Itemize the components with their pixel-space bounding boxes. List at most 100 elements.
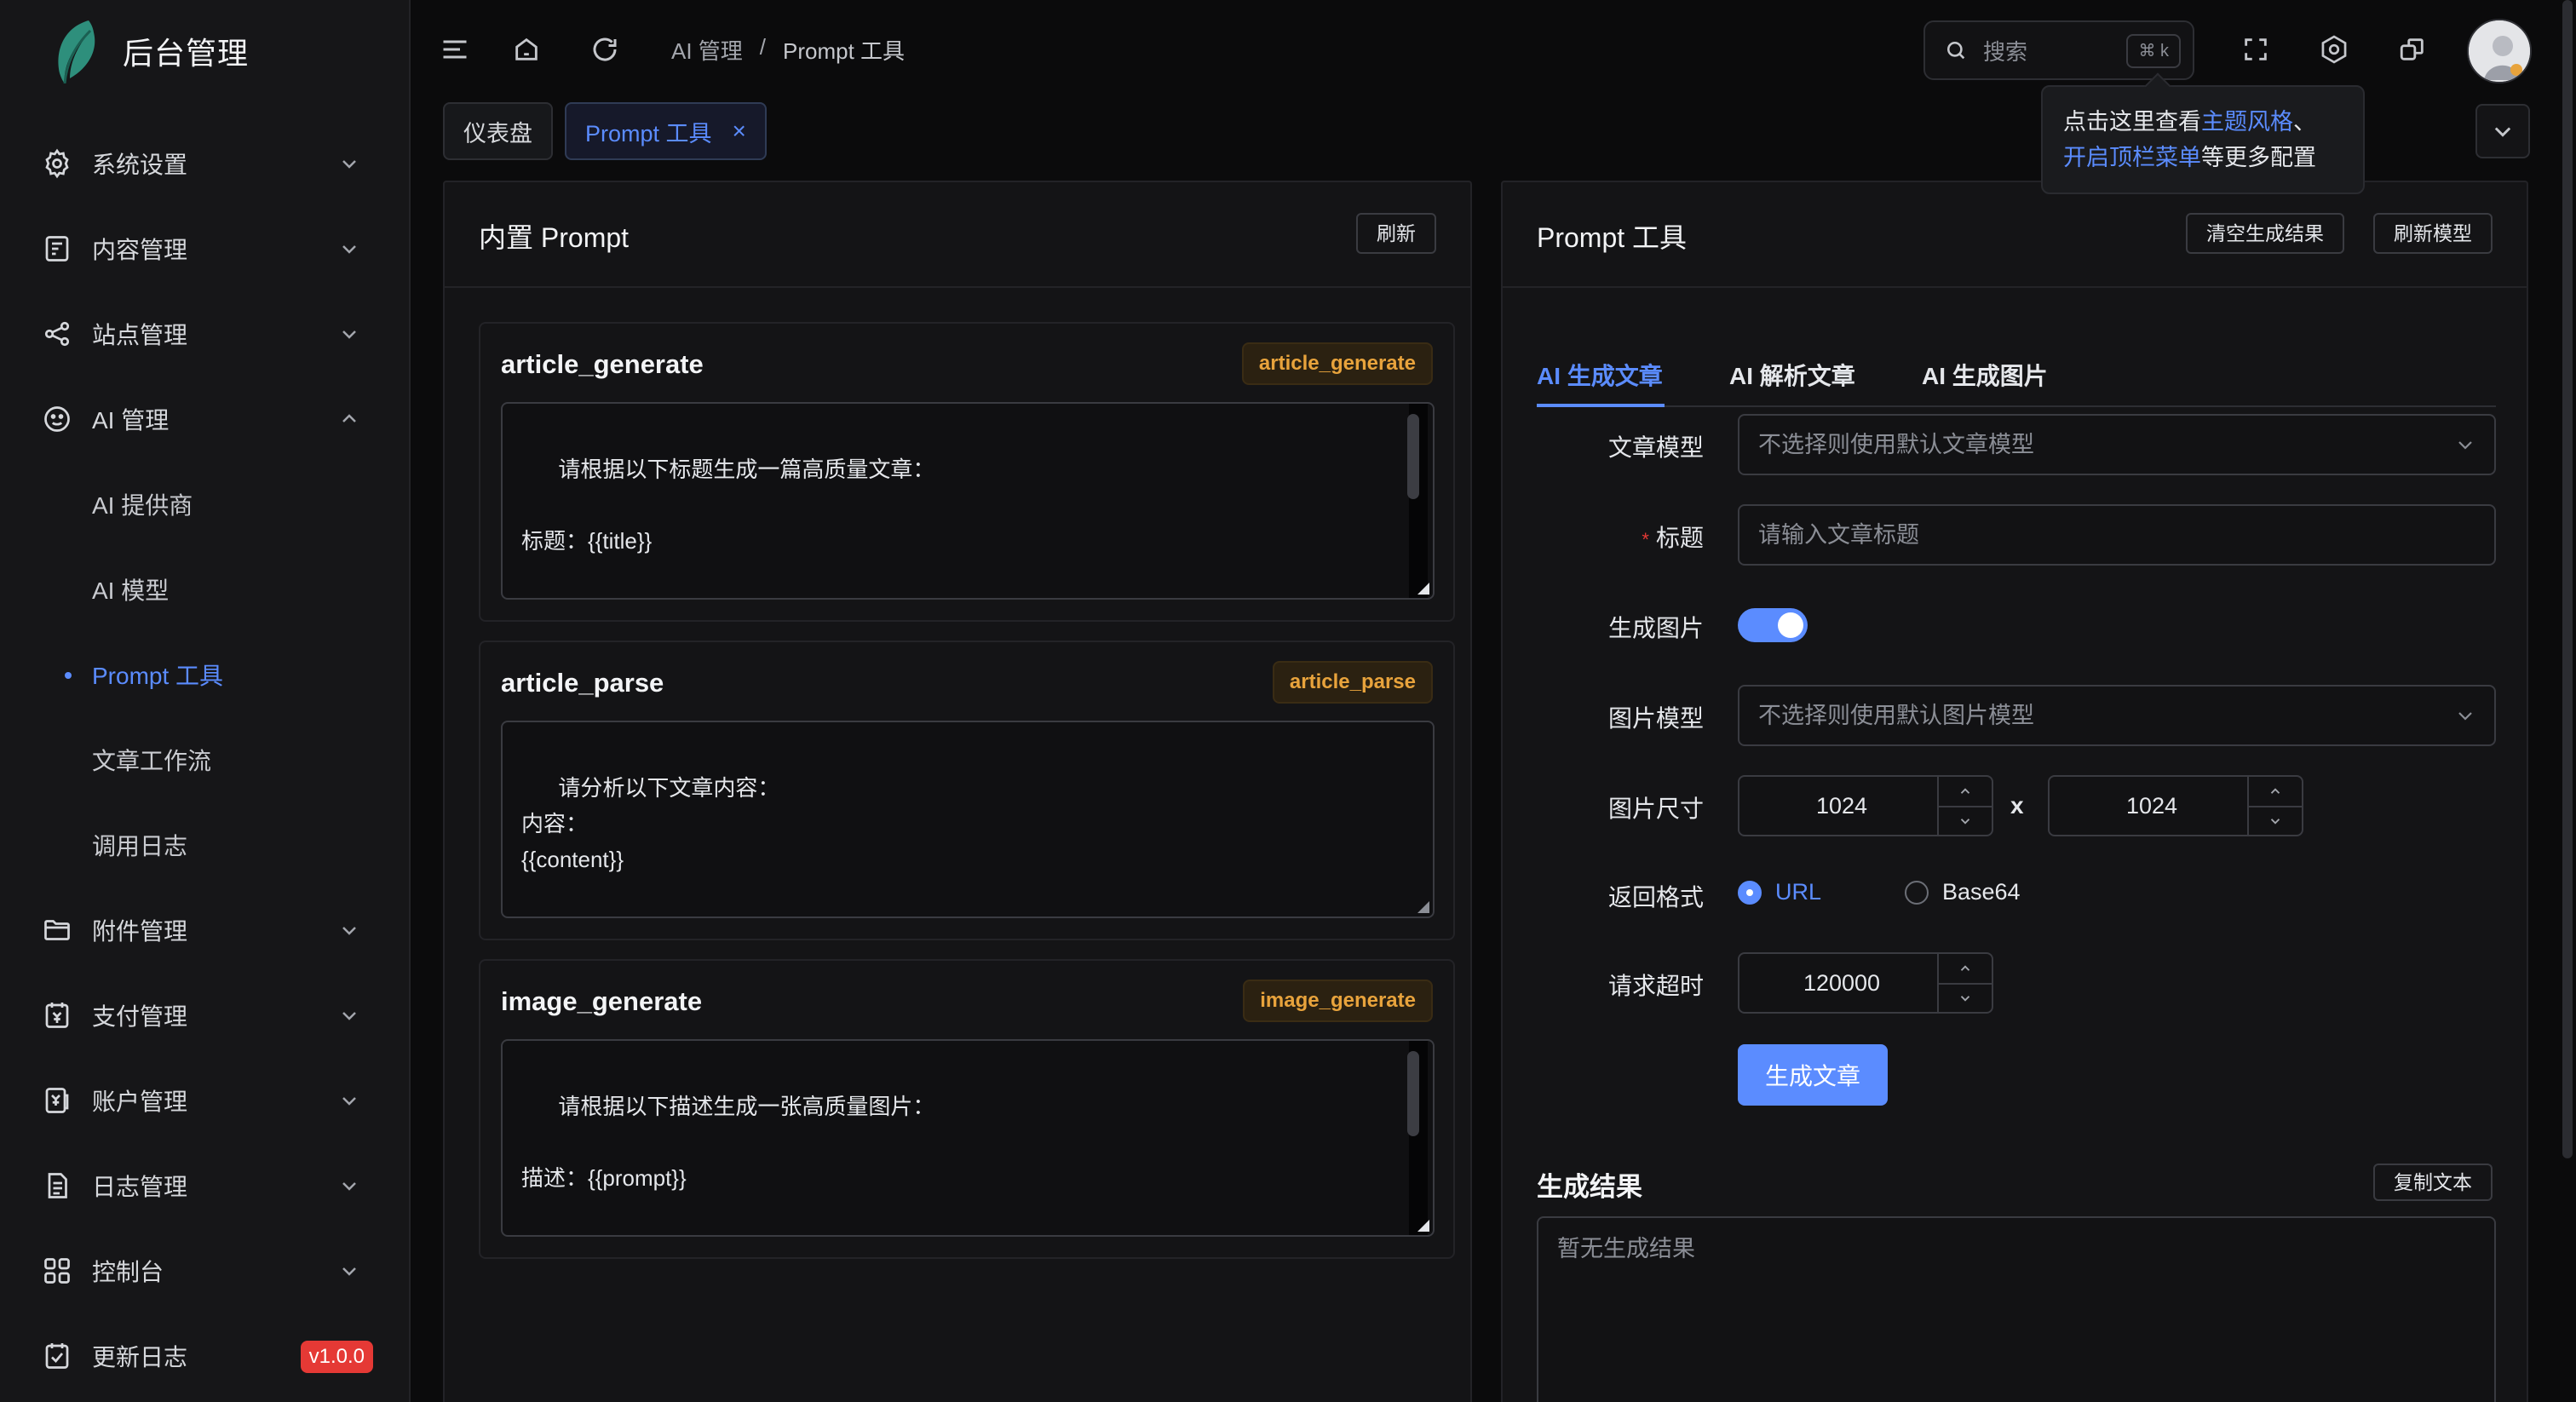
search-input[interactable]: 搜索 ⌘ k — [1923, 20, 2194, 80]
chevron-down-icon — [2494, 127, 2511, 137]
decrement-icon[interactable] — [2249, 806, 2302, 835]
radio-base64[interactable]: Base64 — [1905, 879, 2021, 905]
sidebar-item-content-management[interactable]: 内容管理 — [0, 206, 409, 291]
sidebar-item-label: 更新日志 — [92, 1344, 188, 1370]
form-row-article-model: 文章模型 不选择则使用默认文章模型 — [1537, 414, 2496, 475]
home-icon[interactable] — [509, 32, 543, 66]
result-textarea[interactable]: 暂无生成结果 — [1537, 1216, 2496, 1402]
radio-url[interactable]: URL — [1738, 879, 1821, 905]
decrement-icon[interactable] — [1939, 983, 1992, 1012]
refresh-button[interactable]: 刷新 — [1356, 213, 1436, 254]
timeout-stepper[interactable]: 120000 — [1738, 952, 1993, 1014]
gen-image-label: 生成图片 — [1607, 615, 1704, 641]
stepper-buttons — [1937, 954, 1992, 1012]
tab-ai-generate-article[interactable]: AI 生成文章 — [1537, 358, 1663, 392]
form-row-image-model: 图片模型 不选择则使用默认图片模型 — [1537, 685, 2496, 746]
title-input[interactable]: 请输入文章标题 — [1738, 504, 2496, 566]
grid-icon — [41, 1255, 73, 1287]
breadcrumb: AI 管理 / Prompt 工具 — [671, 34, 905, 66]
tab-dashboard[interactable]: 仪表盘 — [443, 102, 553, 160]
page-scrollbar[interactable] — [2557, 0, 2576, 1402]
sidebar-item-attachment-management[interactable]: 附件管理 — [0, 888, 409, 973]
search-placeholder: 搜索 — [1983, 38, 2028, 65]
brand[interactable]: 后台管理 — [51, 17, 249, 85]
sidebar-item-system-settings[interactable]: 系统设置 — [0, 121, 409, 206]
tab-ai-generate-image[interactable]: AI 生成图片 — [1922, 358, 2048, 392]
sidebar-item-console[interactable]: 控制台 — [0, 1228, 409, 1313]
builtin-prompt-card: 内置 Prompt 刷新 article_generate article_ge… — [443, 181, 1472, 1402]
tooltip-text-mid: 、 — [2293, 109, 2316, 135]
tabs-more-button[interactable] — [2475, 104, 2530, 158]
refresh-models-button[interactable]: 刷新模型 — [2373, 213, 2493, 254]
resize-handle-icon[interactable] — [1417, 901, 1429, 913]
sidebar-item-label: 站点管理 — [92, 322, 188, 348]
avatar[interactable] — [2467, 19, 2532, 83]
tab-ai-parse-article[interactable]: AI 解析文章 — [1729, 358, 1855, 392]
menu-fold-icon[interactable] — [438, 32, 472, 66]
tooltip-link-topbar[interactable]: 开启顶栏菜单 — [2063, 145, 2201, 170]
decrement-icon[interactable] — [1939, 806, 1992, 835]
image-width-stepper[interactable]: 1024 — [1738, 775, 1993, 836]
tooltip-link-theme[interactable]: 主题风格 — [2201, 109, 2293, 135]
sidebar-item-payment-management[interactable]: 支付管理 — [0, 973, 409, 1058]
prompt-text: 请分析以下文章内容： 内容： {{content}} — [521, 775, 780, 872]
sidebar-item-site-management[interactable]: 站点管理 — [0, 291, 409, 376]
clear-results-button[interactable]: 清空生成结果 — [2186, 213, 2344, 254]
required-mark: * — [1642, 529, 1649, 550]
close-icon[interactable]: × — [733, 118, 746, 145]
sidebar-item-label: 附件管理 — [92, 918, 188, 945]
image-height-stepper[interactable]: 1024 — [2048, 775, 2303, 836]
generate-article-button[interactable]: 生成文章 — [1738, 1044, 1888, 1106]
app-title: 后台管理 — [123, 36, 250, 71]
page-scrollbar-thumb[interactable] — [2562, 0, 2573, 1158]
sidebar-item-article-workflow[interactable]: 文章工作流 — [0, 717, 409, 802]
prompt-textarea[interactable]: 请根据以下标题生成一篇高质量文章： 标题：{{title}} 要求： — [501, 402, 1435, 600]
radio-circle — [1905, 880, 1929, 905]
gen-image-toggle[interactable] — [1738, 608, 1808, 642]
refresh-icon[interactable] — [588, 32, 622, 66]
stepper-buttons — [1937, 777, 1992, 835]
increment-icon[interactable] — [1939, 954, 1992, 983]
breadcrumb-parent[interactable]: AI 管理 — [671, 34, 743, 66]
sidebar-item-call-logs[interactable]: 调用日志 — [0, 802, 409, 888]
prompt-text: 请根据以下描述生成一张高质量图片： 描述：{{prompt}} 要求： — [521, 1094, 935, 1191]
sidebar-item-ai-model[interactable]: AI 模型 — [0, 547, 409, 632]
stepper-buttons — [2247, 777, 2302, 835]
scrollbar-thumb[interactable] — [1407, 414, 1419, 499]
return-format-label: 返回格式 — [1607, 884, 1704, 911]
size-separator: x — [2010, 792, 2024, 819]
chevron-down-icon — [2458, 712, 2472, 721]
scrollbar-thumb[interactable] — [1407, 1051, 1419, 1136]
chevron-down-icon — [342, 330, 356, 339]
sidebar-item-label: 内容管理 — [92, 237, 188, 263]
increment-icon[interactable] — [1939, 777, 1992, 806]
prompt-textarea[interactable]: 请根据以下描述生成一张高质量图片： 描述：{{prompt}} 要求： — [501, 1039, 1435, 1237]
settings-icon[interactable] — [2317, 32, 2351, 66]
scrollbar[interactable] — [1407, 404, 1428, 598]
prompt-tag: image_generate — [1243, 980, 1433, 1022]
prompt-item: article_generate article_generate 请根据以下标… — [479, 322, 1455, 622]
article-model-select[interactable]: 不选择则使用默认文章模型 — [1738, 414, 2496, 475]
increment-icon[interactable] — [2249, 777, 2302, 806]
scrollbar[interactable] — [1407, 1041, 1428, 1235]
window-switch-icon[interactable] — [2395, 32, 2429, 66]
image-model-select[interactable]: 不选择则使用默认图片模型 — [1738, 685, 2496, 746]
tab-prompt-tool[interactable]: Prompt 工具 × — [565, 102, 767, 160]
sidebar-item-log-management[interactable]: 日志管理 — [0, 1143, 409, 1228]
chevron-down-icon — [342, 1182, 356, 1191]
sidebar-item-ai-management[interactable]: AI 管理 — [0, 376, 409, 462]
sidebar-item-ai-provider[interactable]: AI 提供商 — [0, 462, 409, 547]
timeout-label: 请求超时 — [1607, 973, 1704, 999]
form-row-title: * 标题 请输入文章标题 — [1537, 504, 2496, 566]
sidebar-item-prompt-tool[interactable]: Prompt 工具 — [0, 632, 409, 717]
prompt-textarea[interactable]: 请分析以下文章内容： 内容： {{content}} — [501, 721, 1435, 918]
chevron-down-icon — [342, 1267, 356, 1276]
copy-text-button[interactable]: 复制文本 — [2373, 1164, 2493, 1201]
fullscreen-icon[interactable] — [2239, 32, 2273, 66]
stepper-value: 120000 — [1803, 970, 1881, 996]
chevron-up-icon — [342, 414, 356, 422]
sidebar-item-account-management[interactable]: 账户管理 — [0, 1058, 409, 1143]
chevron-down-icon — [342, 245, 356, 254]
log-icon — [41, 1169, 73, 1202]
sidebar-item-changelog[interactable]: 更新日志 v1.0.0 — [0, 1313, 409, 1399]
